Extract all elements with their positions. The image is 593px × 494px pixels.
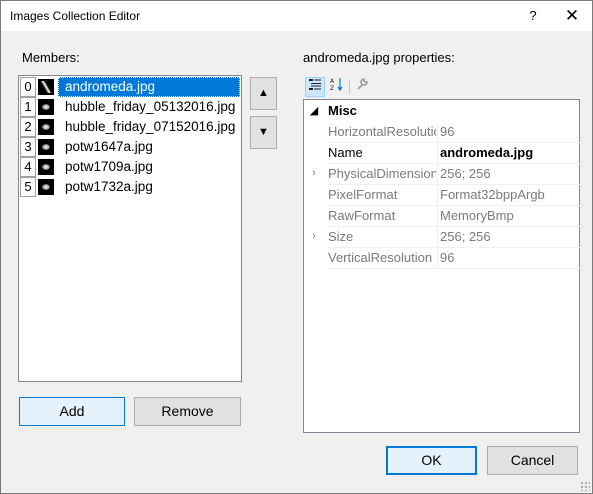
property-value-name[interactable]: andromeda.jpg xyxy=(437,143,582,164)
member-index: 4 xyxy=(20,157,36,177)
collapse-icon[interactable]: ◢ xyxy=(308,104,320,117)
galaxy-thumbnail-icon xyxy=(38,139,54,155)
member-index: 0 xyxy=(20,77,36,97)
property-row-name[interactable]: Name andromeda.jpg xyxy=(304,143,582,164)
resize-grip-icon[interactable] xyxy=(580,481,590,491)
galaxy-thumbnail-icon xyxy=(38,159,54,175)
help-button[interactable]: ? xyxy=(510,1,556,31)
property-value: 256; 256 xyxy=(437,164,582,185)
list-item[interactable]: 3 potw1647a.jpg xyxy=(20,137,240,157)
property-value: MemoryBmp xyxy=(437,206,582,227)
property-name: Size xyxy=(328,227,436,248)
property-row[interactable]: PixelFormat Format32bppArgb xyxy=(304,185,582,206)
member-name: hubble_friday_05132016.jpg xyxy=(65,99,236,114)
svg-text:Z: Z xyxy=(330,85,334,91)
property-value: 96 xyxy=(437,122,582,143)
galaxy-streak-thumbnail-icon xyxy=(38,79,54,95)
member-index: 3 xyxy=(20,137,36,157)
property-value: 256; 256 xyxy=(437,227,582,248)
property-name: RawFormat xyxy=(328,206,436,227)
list-item[interactable]: 2 hubble_friday_07152016.jpg xyxy=(20,117,240,137)
toolbar-separator xyxy=(349,80,350,94)
property-row[interactable]: RawFormat MemoryBmp xyxy=(304,206,582,227)
move-down-button[interactable]: ▼ xyxy=(250,116,277,149)
galaxy-thumbnail-icon xyxy=(38,179,54,195)
svg-text:A: A xyxy=(330,78,335,85)
galaxy-thumbnail-icon xyxy=(38,119,54,135)
member-index: 2 xyxy=(20,117,36,137)
add-button[interactable]: Add xyxy=(19,397,125,426)
images-collection-editor-dialog: Images Collection Editor ? ✕ Members: 0 … xyxy=(0,0,593,494)
alphabetical-icon[interactable]: A Z xyxy=(327,77,347,97)
property-grid-toolbar: A Z xyxy=(303,77,583,99)
close-icon[interactable]: ✕ xyxy=(552,1,592,31)
property-row[interactable]: VerticalResolution 96 xyxy=(304,248,582,269)
list-item-andromeda[interactable]: 0 andromeda.jpg xyxy=(20,77,240,97)
category-name: Misc xyxy=(328,103,357,118)
list-item[interactable]: 4 potw1709a.jpg xyxy=(20,157,240,177)
property-row[interactable]: › Size 256; 256 xyxy=(304,227,582,248)
property-value: 96 xyxy=(437,248,582,269)
wrench-icon[interactable] xyxy=(352,77,372,97)
member-name: hubble_friday_07152016.jpg xyxy=(65,119,236,134)
galaxy-thumbnail-icon xyxy=(38,99,54,115)
categorized-icon[interactable] xyxy=(305,77,325,97)
property-name: PixelFormat xyxy=(328,185,436,206)
member-index: 1 xyxy=(20,97,36,117)
property-name: Name xyxy=(328,143,436,164)
arrow-up-icon: ▲ xyxy=(258,87,269,99)
list-item[interactable]: 5 potw1732a.jpg xyxy=(20,177,240,197)
window-title: Images Collection Editor xyxy=(10,9,141,23)
member-name: andromeda.jpg xyxy=(65,79,156,94)
member-index: 5 xyxy=(20,177,36,197)
property-row[interactable]: HorizontalResolution 96 xyxy=(304,122,582,143)
property-row[interactable]: › PhysicalDimension 256; 256 xyxy=(304,164,582,185)
expand-chevron-icon[interactable]: › xyxy=(308,230,320,242)
property-value: Format32bppArgb xyxy=(437,185,582,206)
member-name: potw1709a.jpg xyxy=(65,159,153,174)
cancel-button[interactable]: Cancel xyxy=(487,446,578,475)
property-name: VerticalResolution xyxy=(328,248,436,269)
title-bar[interactable]: Images Collection Editor ? ✕ xyxy=(1,1,592,31)
property-name: HorizontalResolution xyxy=(328,122,436,143)
properties-label: andromeda.jpg properties: xyxy=(303,50,455,65)
category-row-misc[interactable]: ◢ Misc xyxy=(304,101,579,122)
members-list[interactable]: 0 andromeda.jpg 1 hubble_friday_05132016… xyxy=(18,75,242,382)
list-item[interactable]: 1 hubble_friday_05132016.jpg xyxy=(20,97,240,117)
member-name: potw1732a.jpg xyxy=(65,179,153,194)
move-up-button[interactable]: ▲ xyxy=(250,77,277,110)
arrow-down-icon: ▼ xyxy=(258,126,269,138)
expand-chevron-icon[interactable]: › xyxy=(308,167,320,179)
property-name: PhysicalDimension xyxy=(328,164,436,185)
members-label: Members: xyxy=(22,50,80,65)
member-name: potw1647a.jpg xyxy=(65,139,153,154)
property-grid[interactable]: ◢ Misc HorizontalResolution 96 Name andr… xyxy=(303,99,582,433)
remove-button[interactable]: Remove xyxy=(134,397,241,426)
ok-button[interactable]: OK xyxy=(386,446,477,475)
